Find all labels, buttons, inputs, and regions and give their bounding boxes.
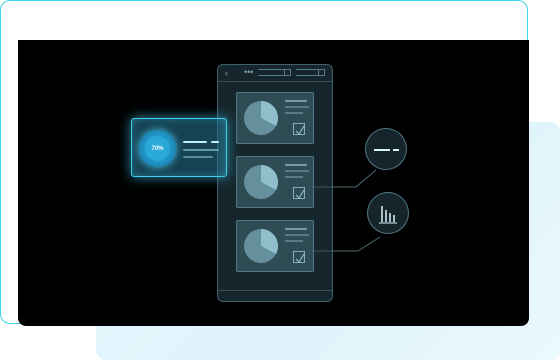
check-icon bbox=[295, 125, 305, 135]
phone-bottom-bar bbox=[218, 290, 332, 301]
gauge-label: 70% bbox=[145, 136, 170, 161]
text-line bbox=[183, 156, 213, 158]
pie-chart-icon bbox=[244, 165, 278, 199]
list-item[interactable] bbox=[236, 220, 314, 272]
text-line bbox=[285, 228, 307, 230]
text-line bbox=[285, 234, 309, 236]
progress-gauge: 70% bbox=[139, 130, 176, 167]
phone-top-bar: ‹ ••• bbox=[218, 65, 332, 82]
checkbox[interactable] bbox=[293, 187, 305, 199]
toolbar-strip bbox=[296, 69, 318, 76]
text-line bbox=[285, 240, 303, 242]
checkbox[interactable] bbox=[293, 251, 305, 263]
check-icon bbox=[295, 253, 305, 263]
text-line bbox=[285, 100, 307, 102]
text-lines-icon bbox=[374, 149, 399, 151]
checkbox[interactable] bbox=[293, 123, 305, 135]
tab-icon[interactable] bbox=[284, 69, 291, 76]
progress-widget[interactable]: 70% bbox=[131, 118, 227, 177]
text-line bbox=[285, 170, 309, 172]
text-line bbox=[285, 176, 303, 178]
text-line bbox=[211, 141, 219, 143]
pie-chart-icon bbox=[244, 101, 278, 135]
phone-screen: ‹ ••• bbox=[217, 64, 333, 302]
text-line bbox=[285, 112, 303, 114]
address-bar[interactable] bbox=[258, 69, 284, 76]
text-line bbox=[285, 164, 307, 166]
ellipsis-icon[interactable]: ••• bbox=[244, 64, 253, 80]
square-icon[interactable] bbox=[318, 69, 325, 76]
bar-chart-bubble[interactable] bbox=[367, 192, 409, 234]
pie-chart-icon bbox=[244, 229, 278, 263]
chevron-left-icon[interactable]: ‹ bbox=[225, 65, 228, 81]
text-lines-bubble[interactable] bbox=[365, 128, 407, 170]
list-item[interactable] bbox=[236, 92, 314, 144]
bar-chart-icon bbox=[379, 206, 397, 224]
text-line bbox=[183, 149, 219, 151]
text-line bbox=[285, 106, 309, 108]
list-item[interactable] bbox=[236, 156, 314, 208]
text-line bbox=[183, 141, 207, 143]
check-icon bbox=[295, 189, 305, 199]
